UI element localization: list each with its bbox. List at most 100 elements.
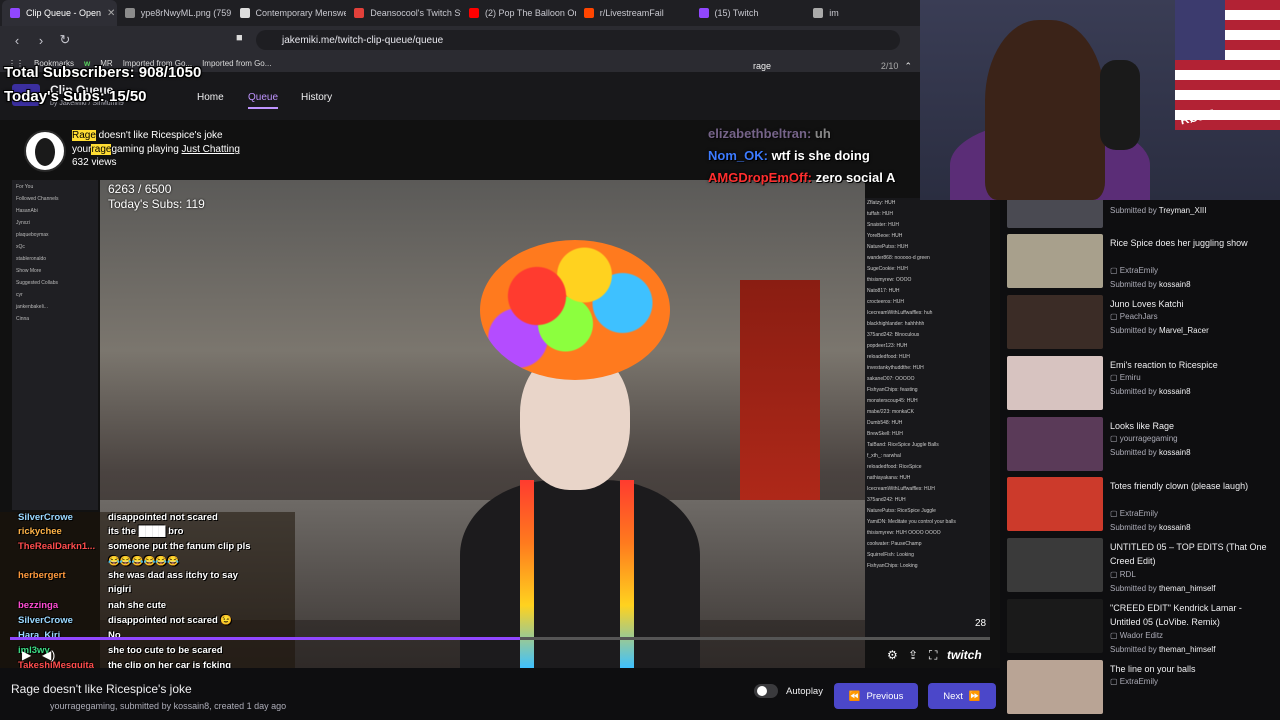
tab-label: (15) Twitch [714, 8, 759, 18]
clip-thumbnail[interactable] [1007, 660, 1103, 714]
channel-name: ExtraEmily [1119, 266, 1159, 275]
clip-thumbnail[interactable] [1007, 356, 1103, 410]
submitted-by-label: Submitted by [1110, 523, 1157, 532]
forward-icon[interactable]: › [34, 33, 48, 48]
title-highlight: Rage [72, 130, 96, 141]
browser-tab[interactable]: (2) Pop The Balloon Or Fin [461, 0, 576, 26]
play-icon[interactable]: ▶ [22, 648, 31, 662]
queue-clip-item[interactable]: "CREED EDIT" Kendrick Lamar - Untitled 0… [1000, 599, 1280, 657]
twitch-chat-line: FishyanChips: feasting [867, 387, 918, 393]
channel-icon: ▢ [1110, 509, 1120, 518]
twitch-nav-item: plaqueboymax [16, 232, 49, 238]
queue-clip-title: Juno Loves Katchi [1110, 299, 1184, 309]
clip-thumbnail[interactable] [1007, 599, 1103, 653]
bookmark-icon[interactable]: ■ [236, 32, 243, 44]
game-link[interactable]: Just Chatting [182, 144, 240, 155]
flag-canton [1175, 0, 1225, 60]
twitch-chat-line: mabe/223: monkaCK [867, 409, 914, 415]
queue-clip-item[interactable]: Rice Spice does her juggling show ▢ Extra… [1000, 234, 1280, 292]
nav-history[interactable]: History [301, 92, 332, 103]
nav-queue[interactable]: Queue [248, 92, 279, 109]
twitch-chat-line: crocteeros: HUH [867, 299, 904, 305]
autoplay-toggle[interactable] [754, 684, 778, 698]
volume-icon[interactable]: ◀) [42, 648, 55, 662]
clip-thumbnail[interactable] [1007, 295, 1103, 349]
twitch-logo[interactable]: twitch [947, 648, 982, 662]
queue-clip-submitter: Submitted by kossain8 [1110, 280, 1191, 289]
clip-thumbnail[interactable] [1007, 417, 1103, 471]
streamer-avatar [24, 130, 66, 172]
clip-thumbnail[interactable] [1007, 234, 1103, 288]
browser-tab[interactable]: Clip Queue - Open ✕ [2, 0, 117, 26]
back-icon[interactable]: ‹ [10, 33, 24, 48]
video-progress-bar[interactable] [10, 637, 990, 640]
microphone [1100, 60, 1140, 150]
streamer-chat-message: SilverCrowe disappointed not scared 😉 [18, 615, 232, 626]
webcam-overlay: RØDE [920, 0, 1280, 200]
chat-text: she too cute to be scared [108, 645, 223, 656]
address-bar[interactable]: jakemiki.me/twitch-clip-queue/queue [256, 30, 900, 50]
queue-clip-item[interactable]: Emi's reaction to Ricespice ▢ Emiru Submit… [1000, 356, 1280, 414]
browser-tab[interactable]: (15) Twitch [691, 0, 806, 26]
queue-clip-channel: ▢ ExtraEmily [1110, 509, 1158, 518]
twitch-chat-line: SquirrelFish: Looking [867, 552, 914, 558]
clip-title-top: Rage doesn't like Ricespice's joke [72, 130, 223, 141]
twitch-chat-line: 375and242: HUH [867, 497, 906, 503]
browser-tab[interactable]: r/LivestreamFail [576, 0, 691, 26]
queue-clip-item[interactable]: Totes friendly clown (please laugh) ▢ Ext… [1000, 477, 1280, 535]
browser-tab[interactable]: Contemporary Menswear [232, 0, 346, 26]
chat-username: herbergert [18, 570, 66, 581]
queue-clip-item[interactable]: UNTITLED 05 – TOP EDITS (That One Creed … [1000, 538, 1280, 596]
chat-text: she was dad ass itchy to say [108, 570, 238, 581]
submitted-by-label: Submitted by [1110, 584, 1157, 593]
clip-channel-top: yourragegaming playing Just Chatting [72, 144, 240, 155]
channel-name: PeachJars [1119, 312, 1158, 321]
clip-thumbnail[interactable] [1007, 538, 1103, 592]
share-icon[interactable]: ⇪ [908, 648, 918, 662]
clip-submitter[interactable]: kossain8 [174, 701, 210, 711]
clip-thumbnail[interactable] [1007, 200, 1103, 228]
tab-close-icon[interactable]: ✕ [107, 8, 115, 19]
fullscreen-icon[interactable]: ⛶ [929, 648, 937, 663]
rainbow-wig [480, 240, 670, 380]
browser-tab[interactable]: Deansocool's Twitch Stati [346, 0, 461, 26]
twitch-nav-item: For You [16, 184, 34, 190]
overlay-chat-line: elizabethbeltran: uh [708, 126, 831, 141]
channel-name: Emiru [1119, 373, 1141, 382]
previous-button[interactable]: ⏪ Previous [834, 683, 918, 709]
next-button[interactable]: Next ⏩ [928, 683, 996, 709]
twitch-chat: Zflatzy: HUH tuffah: HUH Snaister: HUH Yore… [865, 198, 990, 638]
video-player[interactable]: For You Followed Channels HasanAbi Jynxzi pl… [0, 120, 1000, 668]
queue-clip-item[interactable]: The line on your balls ▢ ExtraEmily [1000, 660, 1280, 718]
clip-views: 632 views [72, 157, 117, 168]
find-input[interactable]: rage [753, 61, 875, 71]
queue-clip-item[interactable]: Submitted by Treyman_XIII [1000, 200, 1280, 232]
queue-clip-title: Emi's reaction to Ricespice [1110, 360, 1218, 370]
tab-favicon-icon [354, 8, 365, 18]
browser-tab[interactable]: im [805, 0, 920, 26]
nav-home[interactable]: Home [197, 92, 224, 103]
chat-text: 😂😂😂😂😂😂 [108, 556, 179, 567]
twitch-chat-line: NaturePutss: RiceSpice Juggle [867, 508, 936, 514]
browser-tab[interactable]: ype8rNwyML.png (759×17 [117, 0, 232, 26]
twitch-chat-line: FishyanChips: Looking [867, 563, 918, 569]
twitch-nav-item: xQc [16, 244, 25, 250]
clip-thumbnail[interactable] [1007, 477, 1103, 531]
channel-icon: ▢ [1110, 312, 1120, 321]
tab-favicon-icon [583, 8, 594, 18]
queue-clip-item[interactable]: Looks like Rage ▢ yourragegaming Submitted… [1000, 417, 1280, 475]
browser-tab-strip: Clip Queue - Open ✕ ype8rNwyML.png (759×17… [0, 0, 920, 26]
queue-clip-submitter: Submitted by theman_himself [1110, 584, 1215, 593]
submitter-name: kossain8 [1158, 448, 1191, 457]
bookmark-item[interactable]: Imported from Go... [202, 59, 271, 68]
channel-icon: ▢ [1110, 434, 1120, 443]
twitch-nav-item: stableronaldo [16, 256, 47, 262]
queue-clip-item[interactable]: Juno Loves Katchi ▢ PeachJars Submitted by… [1000, 295, 1280, 353]
clip-channel[interactable]: yourragegaming [50, 701, 115, 711]
twitch-chat-line: thisismyrew: HUH OOOO OOOO [867, 530, 941, 536]
clip-submitted-label: , submitted by [115, 701, 174, 711]
reload-icon[interactable]: ↻ [58, 32, 72, 48]
settings-icon[interactable]: ⚙ [887, 648, 898, 662]
twitch-chat-line: tuffah: HUH [867, 211, 894, 217]
find-prev-icon[interactable]: ⌃ [904, 61, 912, 72]
